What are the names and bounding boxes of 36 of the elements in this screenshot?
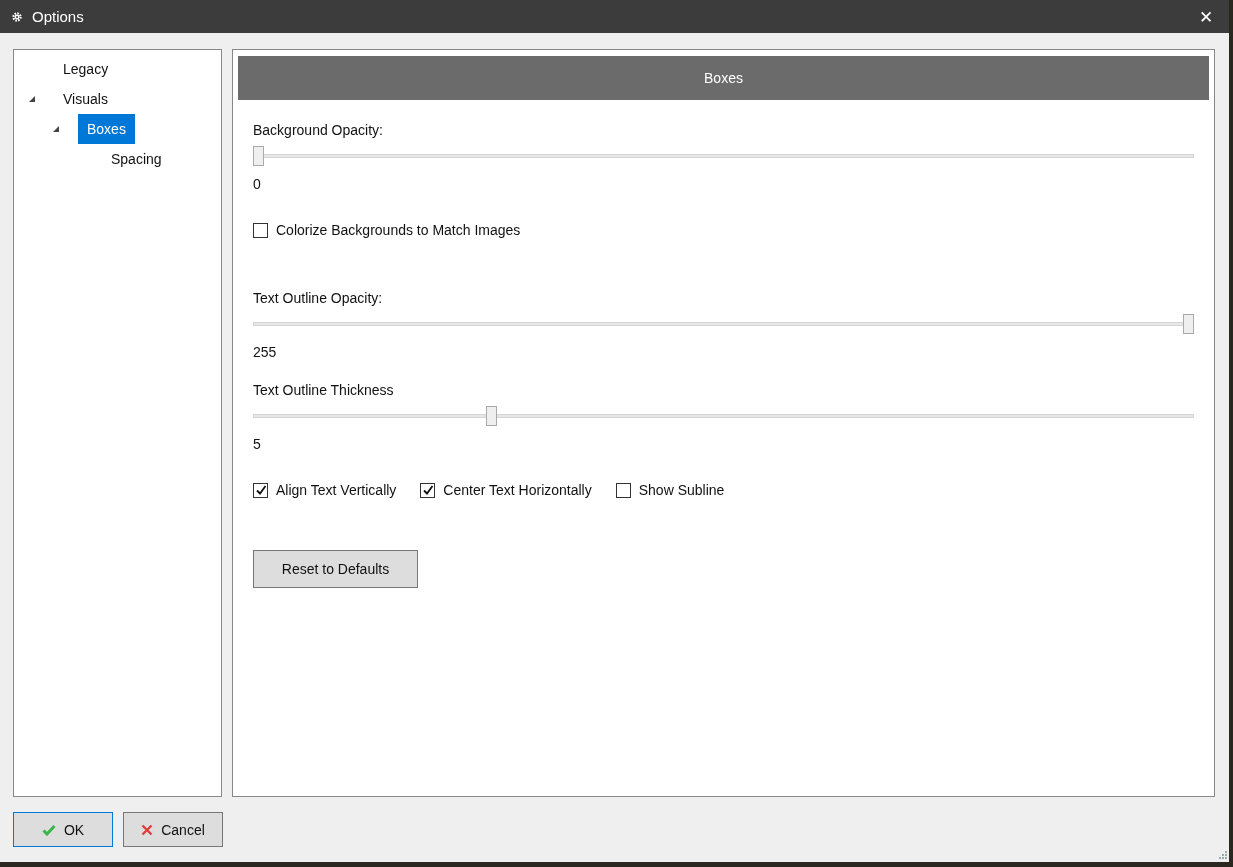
gear-icon <box>11 10 23 23</box>
slider-label: Text Outline Thickness <box>253 382 394 398</box>
slider-thumb[interactable] <box>253 146 264 166</box>
window-title: Options <box>32 8 84 25</box>
cancel-button[interactable]: Cancel <box>123 812 223 847</box>
checkbox-label[interactable]: Show Subline <box>638 482 725 498</box>
close-button[interactable]: ✕ <box>1183 0 1229 33</box>
tree-item[interactable]: Spacing <box>102 144 171 174</box>
expander-icon[interactable] <box>52 125 60 133</box>
panel-header: Boxes <box>238 56 1209 100</box>
tree-item[interactable]: Legacy <box>54 54 118 84</box>
reset-button[interactable]: Reset to Defaults <box>253 550 418 588</box>
slider[interactable] <box>253 406 1194 426</box>
checkbox-label[interactable]: Align Text Vertically <box>276 482 397 498</box>
checkmark-icon <box>41 823 56 836</box>
slider-value: 5 <box>253 436 261 452</box>
slider-thumb[interactable] <box>1183 314 1194 334</box>
checkbox-label[interactable]: Colorize Backgrounds to Match Images <box>276 222 521 238</box>
checkbox-label[interactable]: Center Text Horizontally <box>443 482 592 498</box>
slider-label: Background Opacity: <box>253 122 383 138</box>
slider-value: 0 <box>253 176 261 192</box>
checkbox[interactable] <box>253 222 268 238</box>
slider[interactable] <box>253 146 1194 166</box>
slider[interactable] <box>253 314 1194 334</box>
resize-grip-icon[interactable] <box>1217 849 1227 859</box>
slider-value: 255 <box>253 344 277 360</box>
checkbox[interactable] <box>420 482 436 498</box>
checkbox[interactable] <box>615 482 631 498</box>
slider-thumb[interactable] <box>485 406 497 426</box>
tree-item[interactable]: Visuals <box>54 84 117 114</box>
tree-item[interactable]: Boxes <box>78 114 135 144</box>
slider-label: Text Outline Opacity: <box>253 290 383 306</box>
expander-icon[interactable] <box>28 95 36 103</box>
checkbox[interactable] <box>253 482 268 498</box>
ok-button[interactable]: OK <box>13 812 113 847</box>
cross-icon <box>141 823 154 836</box>
